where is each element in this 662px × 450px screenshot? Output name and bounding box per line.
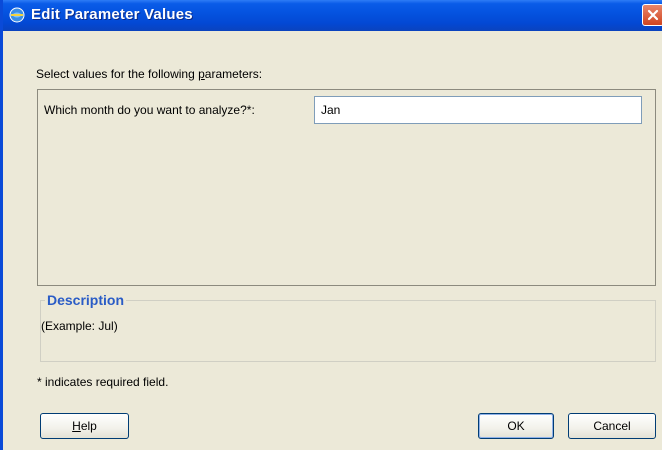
parameters-panel: Which month do you want to analyze?*:: [37, 89, 656, 286]
parameters-prompt-label: Select values for the following paramete…: [36, 67, 263, 81]
help-button[interactable]: Help: [40, 413, 129, 439]
title-bar[interactable]: Edit Parameter Values: [3, 0, 662, 31]
description-group: Description (Example: Jul): [40, 292, 656, 362]
description-text: (Example: Jul): [41, 319, 118, 333]
close-x-icon: [647, 9, 659, 21]
month-parameter-label: Which month do you want to analyze?*:: [44, 103, 255, 117]
description-legend: Description: [45, 292, 127, 308]
app-globe-icon: [9, 7, 25, 23]
required-field-note: * indicates required field.: [37, 375, 169, 389]
edit-parameter-values-dialog: Edit Parameter Values Select values for …: [0, 0, 662, 450]
month-parameter-input[interactable]: [314, 96, 642, 124]
cancel-button[interactable]: Cancel: [568, 413, 656, 439]
ok-button[interactable]: OK: [478, 413, 554, 439]
dialog-title: Edit Parameter Values: [31, 6, 193, 23]
close-button[interactable]: [642, 4, 662, 26]
